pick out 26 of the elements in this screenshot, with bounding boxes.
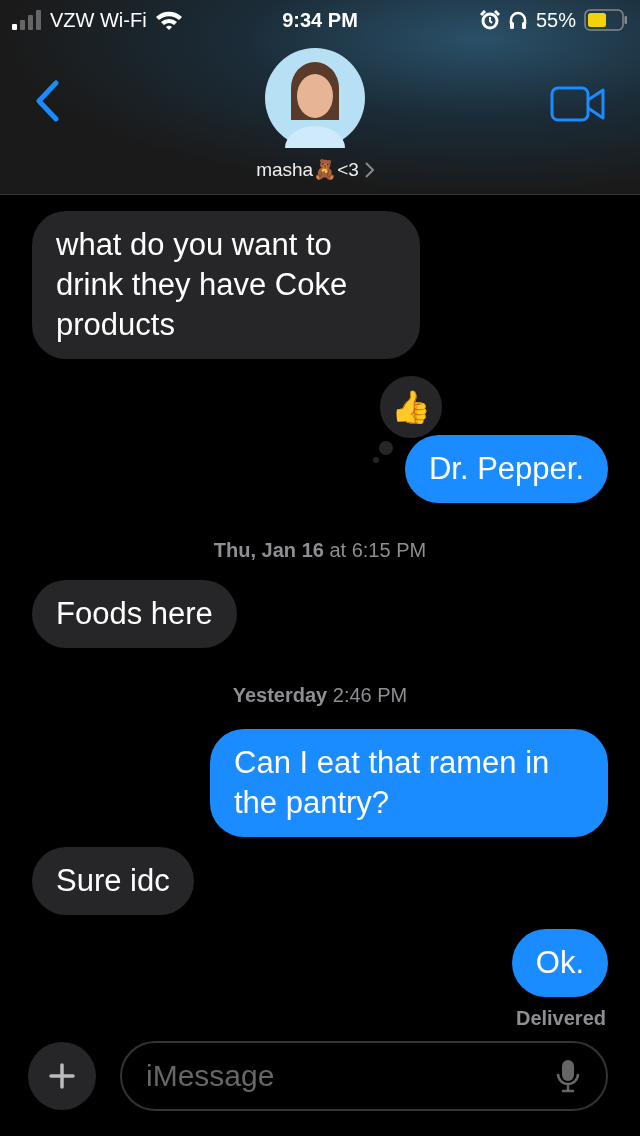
delivery-status: Delivered (514, 1007, 606, 1031)
alarm-clock-icon (479, 10, 500, 30)
clock-time: 9:34 PM (282, 8, 358, 32)
message-field[interactable]: iMessage (120, 1041, 608, 1112)
reaction-tail-icon (372, 441, 393, 464)
carrier-label: VZW Wi-Fi (50, 8, 147, 32)
avatar[interactable] (265, 48, 365, 148)
wifi-icon (154, 10, 183, 30)
chevron-icon[interactable] (364, 161, 374, 178)
sent-message-bubble: Can I eat that ramen in the pantry? (210, 729, 608, 838)
signal-icon (12, 10, 42, 30)
received-message-bubble: what do you want to drink they have Coke products (32, 211, 420, 360)
back-icon[interactable] (34, 80, 60, 122)
video-call-icon[interactable] (550, 86, 606, 122)
received-message-bubble: Foods here (32, 580, 237, 649)
battery-percent: 55% (535, 8, 576, 32)
timestamp: Yesterday 2:46 PM (231, 684, 409, 708)
sent-message-bubble: Dr. Pepper. (404, 435, 608, 504)
contact-name[interactable]: masha🧸<3 (256, 158, 359, 181)
sent-message-bubble: Ok. (511, 929, 608, 998)
battery-icon (584, 9, 628, 31)
microphone-icon[interactable] (556, 1059, 580, 1094)
received-message-bubble: Sure idc (32, 847, 194, 916)
timestamp: Thu, Jan 16 at 6:15 PM (212, 539, 428, 563)
headphones-icon (507, 10, 528, 30)
plus-icon (49, 1063, 75, 1090)
